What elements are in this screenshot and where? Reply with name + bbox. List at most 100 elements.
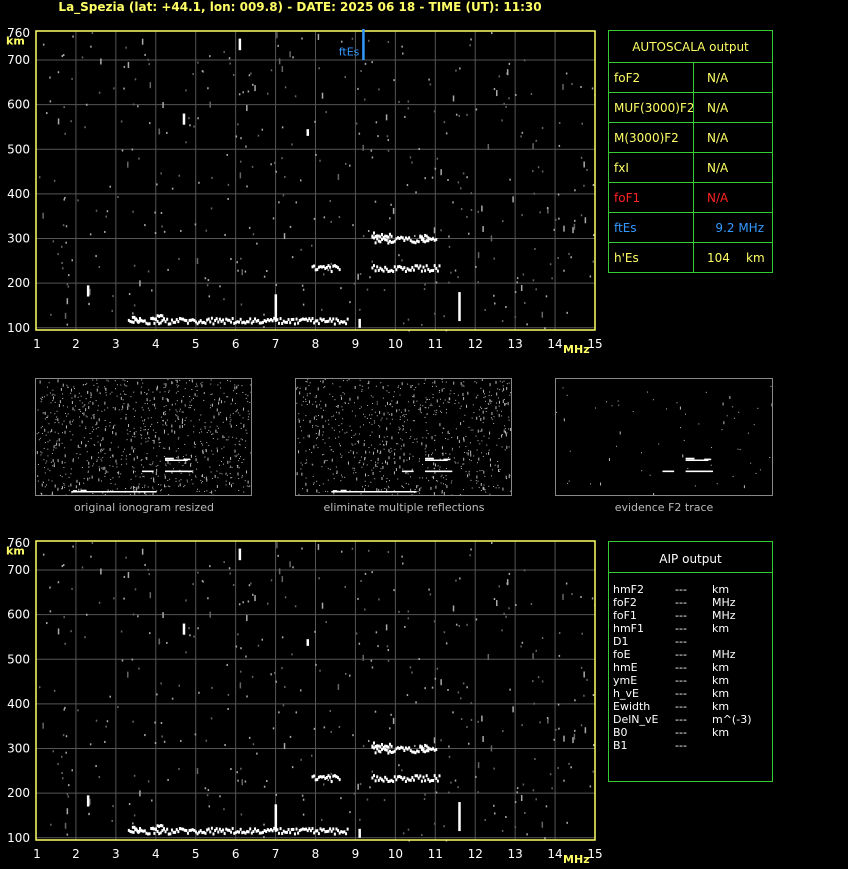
thumb-noise-dot xyxy=(296,402,298,404)
thumb-noise-dot xyxy=(115,459,117,463)
noise-dot xyxy=(512,196,514,203)
thumb-noise-dot xyxy=(90,396,92,398)
noise-dot xyxy=(229,572,231,575)
thumb-noise-dot xyxy=(225,417,227,421)
thumb-noise-dot xyxy=(95,424,97,426)
y-tick-label: 200 xyxy=(7,786,30,800)
y-tick-label: 200 xyxy=(7,276,30,290)
thumb-noise-dot xyxy=(196,385,198,387)
thumb-noise-dot xyxy=(247,480,249,484)
thumb-noise-dot xyxy=(344,476,346,478)
noise-dot xyxy=(404,625,406,628)
thumb-noise-dot xyxy=(302,488,304,490)
thumb-noise-dot xyxy=(50,412,52,414)
noise-dot xyxy=(423,798,426,801)
thumb-noise-dot xyxy=(52,465,54,467)
noise-dot xyxy=(462,172,465,175)
thumb-noise-dot xyxy=(42,482,44,484)
thumb-noise-dot xyxy=(212,433,214,435)
thumb-noise-dot xyxy=(131,446,133,450)
thumb-noise-dot xyxy=(154,434,156,438)
thumb-noise-dot xyxy=(43,412,45,414)
thumb-noise-dot xyxy=(41,452,43,454)
noise-dot xyxy=(196,258,199,265)
thumb-noise-dot xyxy=(126,385,128,387)
noise-dot xyxy=(95,209,98,212)
thumb-noise-dot xyxy=(244,447,246,449)
thumb-noise-dot xyxy=(497,397,499,399)
thumb-noise-dot xyxy=(506,478,508,480)
noise-dot xyxy=(98,601,101,604)
noise-dot xyxy=(545,805,548,808)
thumb-noise-dot xyxy=(340,445,342,447)
thumb-noise-dot xyxy=(358,462,360,464)
noise-dot xyxy=(494,812,496,815)
noise-dot xyxy=(393,79,395,82)
thumb-noise-dot xyxy=(107,471,109,473)
thumb-noise-dot xyxy=(488,451,490,455)
thumb-noise-dot xyxy=(502,385,504,387)
thumb-noise-dot xyxy=(56,416,58,418)
thumb-noise-dot xyxy=(750,462,752,464)
noise-dot xyxy=(144,734,146,737)
thumb-noise-dot xyxy=(340,395,342,397)
echo-point xyxy=(372,264,375,268)
thumb-noise-dot xyxy=(184,404,186,406)
thumb-noise-dot xyxy=(379,452,381,454)
thumb-noise-dot xyxy=(64,430,66,434)
thumb-noise-dot xyxy=(105,394,107,396)
thumb-noise-dot xyxy=(243,486,245,488)
noise-dot xyxy=(551,787,553,790)
thumb-noise-dot xyxy=(109,425,111,427)
noise-dot xyxy=(65,225,68,228)
echo-point xyxy=(212,832,215,836)
thumb-noise-dot xyxy=(386,441,388,443)
thumb-noise-dot xyxy=(98,456,100,458)
thumb-noise-dot xyxy=(229,466,231,468)
thumb-noise-dot xyxy=(149,463,151,465)
thumb-noise-dot xyxy=(435,480,437,482)
thumb-noise-dot xyxy=(443,491,445,495)
thumb-noise-dot xyxy=(248,416,250,418)
echo-spike xyxy=(274,804,278,832)
thumb-noise-dot xyxy=(41,483,43,487)
noise-dot xyxy=(281,667,283,670)
echo-point xyxy=(329,265,332,269)
noise-dot xyxy=(52,240,55,243)
thumb-noise-dot xyxy=(335,418,337,420)
noise-dot xyxy=(315,153,317,156)
thumb-noise-dot xyxy=(462,489,464,491)
thumb-noise-dot xyxy=(500,410,502,412)
noise-dot xyxy=(228,567,231,570)
thumb-noise-dot xyxy=(388,391,390,393)
thumb-noise-dot xyxy=(705,391,707,393)
thumb-noise-dot xyxy=(136,455,138,459)
noise-dot xyxy=(250,582,252,585)
thumb-noise-dot xyxy=(138,485,140,489)
thumb-noise-dot xyxy=(41,493,43,497)
thumb-noise-dot xyxy=(747,432,749,434)
noise-dot xyxy=(553,228,555,231)
thumb-noise-dot xyxy=(359,407,361,409)
thumb-noise-dot xyxy=(441,379,443,381)
noise-dot xyxy=(188,117,190,120)
thumb-noise-dot xyxy=(383,444,385,446)
noise-dot xyxy=(154,741,157,744)
echo-point xyxy=(277,321,280,325)
noise-dot xyxy=(301,547,303,550)
autoscala-label: h'Es xyxy=(614,251,639,265)
thumb-noise-dot xyxy=(322,483,324,485)
noise-dot xyxy=(42,43,45,46)
noise-dot xyxy=(563,779,565,782)
thumb-noise-dot xyxy=(412,385,414,387)
noise-dot xyxy=(409,666,412,669)
thumb-noise-dot xyxy=(113,425,115,429)
thumb-noise-dot xyxy=(219,397,221,401)
thumb-noise-dot xyxy=(211,403,213,407)
thumb-noise-dot xyxy=(112,489,114,491)
thumb-noise-dot xyxy=(168,391,170,393)
thumb-noise-dot xyxy=(249,402,251,404)
thumb-noise-dot xyxy=(248,486,250,488)
thumb-noise-dot xyxy=(151,463,153,465)
thumb-noise-dot xyxy=(234,384,236,386)
